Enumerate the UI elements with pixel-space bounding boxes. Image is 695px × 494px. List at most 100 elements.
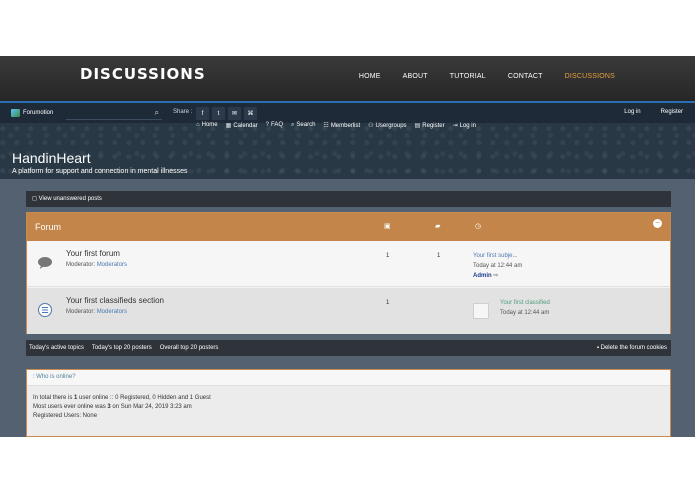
forum-table-header: Forum ▣ ▰ ◷ − — [27, 213, 670, 241]
forum-moderators: Moderator: Moderators — [66, 262, 127, 268]
forum-nav: ⌂ Home ▦ Calendar ? FAQ ⌕ Search ☷ Memberlist… — [196, 122, 476, 129]
twitter-icon[interactable]: t — [212, 107, 225, 120]
forum-banner: ⌂ Home ▦ Calendar ? FAQ ⌕ Search ☷ Memberlist… — [0, 122, 695, 179]
posts-icon: ▰ — [435, 223, 441, 230]
go-to-post-icon[interactable]: ⇨ — [493, 273, 498, 279]
forum-body: ◻ View unanswered posts Forum ▣ ▰ ◷ − Yo… — [0, 179, 695, 437]
forum-nav-register[interactable]: ▤ Register — [415, 122, 445, 129]
online-record-suffix: on Sun Mar 24, 2019 3:23 am — [110, 404, 192, 410]
memberlist-icon: ☷ — [323, 123, 329, 129]
forum-nav-faq[interactable]: ? FAQ — [266, 122, 283, 129]
stats-links: Today's active topics Today's top 20 pos… — [29, 345, 218, 351]
last-post-time: Today at 12:44 am — [473, 263, 523, 269]
topics-count: 1 — [386, 300, 390, 306]
online-total-prefix: In total there is — [33, 395, 75, 401]
forum-nav-usergroups[interactable]: ⚇ Usergroups — [368, 122, 406, 129]
forum-nav-memberlist[interactable]: ☷ Memberlist — [323, 122, 360, 129]
who-is-online-header: ⫶ Who is online? — [27, 370, 670, 386]
forum-nav-register-label: Register — [422, 123, 445, 129]
unanswered-icon: ◻ — [32, 196, 39, 202]
moderator-label: Moderator: — [66, 309, 96, 315]
collapse-icon[interactable]: − — [653, 219, 662, 228]
online-stats: In total there is 1 user online :: 0 Reg… — [33, 394, 211, 421]
online-total-suffix: user online :: 0 Registered, 0 Hidden an… — [77, 395, 211, 401]
question-icon: ? — [265, 122, 270, 128]
nav-discussions[interactable]: DISCUSSIONS — [565, 73, 615, 80]
forum-moderators: Moderator: Moderators — [66, 309, 127, 315]
rss-icon[interactable]: ⌘ — [244, 107, 257, 120]
mail-icon[interactable]: ✉ — [228, 107, 241, 120]
page: DISCUSSIONS HOME ABOUT TUTORIAL CONTACT … — [0, 0, 695, 494]
forum-nav-calendar[interactable]: ▦ Calendar — [226, 122, 258, 129]
forum-nav-faq-label: FAQ — [271, 122, 284, 128]
forum-nav-home[interactable]: ⌂ Home — [196, 122, 218, 129]
who-is-online-title: Who is online? — [36, 374, 76, 380]
calendar-icon: ▦ — [225, 123, 232, 129]
clock-icon: ◷ — [475, 223, 482, 230]
last-post-subject[interactable]: Your first subje... — [473, 251, 522, 261]
facebook-icon[interactable]: f — [196, 107, 209, 120]
top-posters-overall-link[interactable]: Overall top 20 posters — [160, 345, 219, 351]
toolbar-auth: Log in Register — [624, 109, 683, 115]
forum-nav-login-label: Log in — [459, 123, 476, 129]
who-is-online-panel: ⫶ Who is online? In total there is 1 use… — [26, 369, 671, 437]
forumotion-brand[interactable]: Forumotion — [11, 109, 53, 117]
home-icon: ⌂ — [196, 122, 200, 128]
moderators-link[interactable]: Moderators — [97, 309, 127, 315]
site-logo[interactable]: DISCUSSIONS — [80, 65, 206, 83]
forum-nav-search-label: Search — [296, 122, 316, 128]
last-post: Your first classified Today at 12:44 am — [500, 298, 550, 318]
usergroups-icon: ⚇ — [368, 123, 374, 129]
search-icon[interactable]: ⌕ — [155, 108, 159, 118]
unanswered-bar: ◻ View unanswered posts — [26, 191, 671, 207]
forumotion-brand-label: Forumotion — [23, 110, 54, 116]
last-post-time: Today at 12:44 am — [500, 310, 550, 316]
moderators-link[interactable]: Moderators — [97, 262, 127, 268]
last-post-subject[interactable]: Your first classified — [500, 298, 550, 308]
top-posters-today-link[interactable]: Today's top 20 posters — [92, 345, 152, 351]
online-record-line: Most users ever online was 3 on Sun Mar … — [33, 403, 211, 412]
registered-users-line: Registered Users: None — [33, 413, 98, 419]
moderator-label: Moderator: — [66, 262, 96, 268]
nav-about[interactable]: ABOUT — [403, 73, 428, 80]
forum-nav-home-label: Home — [201, 122, 218, 128]
register-icon: ▤ — [414, 123, 421, 129]
site-nav: HOME ABOUT TUTORIAL CONTACT DISCUSSIONS — [337, 73, 615, 80]
forum-row: Your first classifieds section Moderator… — [27, 288, 670, 334]
toolbar-login-link[interactable]: Log in — [624, 109, 640, 115]
online-total-line: In total there is 1 user online :: 0 Reg… — [33, 394, 211, 403]
nav-tutorial[interactable]: TUTORIAL — [450, 73, 486, 80]
delete-cookies-label: Delete the forum cookies — [600, 345, 667, 351]
forum-title[interactable]: HandinHeart — [12, 150, 91, 166]
forum-nav-calendar-label: Calendar — [233, 123, 258, 129]
forum-nav-memberlist-label: Memberlist — [330, 123, 361, 129]
forumotion-toolbar: Forumotion ⌕ Share : f t ✉ ⌘ Log in Regi… — [0, 101, 695, 123]
view-unanswered-link[interactable]: View unanswered posts — [39, 196, 102, 202]
classifieds-icon — [38, 303, 52, 317]
forum-nav-usergroups-label: Usergroups — [375, 123, 407, 129]
forum-name-link[interactable]: Your first forum — [66, 249, 120, 258]
forum-nav-search[interactable]: ⌕ Search — [291, 122, 315, 129]
forum-table: Forum ▣ ▰ ◷ − Your first forum Moderator… — [26, 212, 671, 334]
online-record-prefix: Most users ever online was — [33, 404, 108, 410]
login-icon: ⇥ — [452, 123, 458, 129]
posts-count: 1 — [437, 253, 441, 259]
forumotion-logo-icon — [11, 109, 20, 117]
last-post-user[interactable]: Admin — [473, 273, 492, 279]
forum-row: Your first forum Moderator: Moderators 1… — [27, 241, 670, 287]
share-icons: f t ✉ ⌘ — [196, 107, 257, 120]
topics-icon: ▣ — [384, 223, 391, 230]
site-header: DISCUSSIONS HOME ABOUT TUTORIAL CONTACT … — [0, 56, 695, 101]
last-post: Your first subje... Today at 12:44 am Ad… — [473, 251, 522, 281]
forum-nav-login[interactable]: ⇥ Log in — [453, 122, 476, 129]
forum-description: A platform for support and connection in… — [12, 168, 188, 175]
delete-cookies-link[interactable]: ▪ Delete the forum cookies — [597, 345, 667, 351]
forum-name-link[interactable]: Your first classifieds section — [66, 296, 164, 305]
toolbar-register-link[interactable]: Register — [661, 109, 683, 115]
nav-contact[interactable]: CONTACT — [508, 73, 543, 80]
search-input[interactable]: ⌕ — [66, 108, 162, 120]
nav-home[interactable]: HOME — [359, 73, 381, 80]
active-topics-link[interactable]: Today's active topics — [29, 345, 84, 351]
classified-thumbnail[interactable] — [473, 303, 489, 319]
forum-header-title: Forum — [35, 222, 62, 232]
